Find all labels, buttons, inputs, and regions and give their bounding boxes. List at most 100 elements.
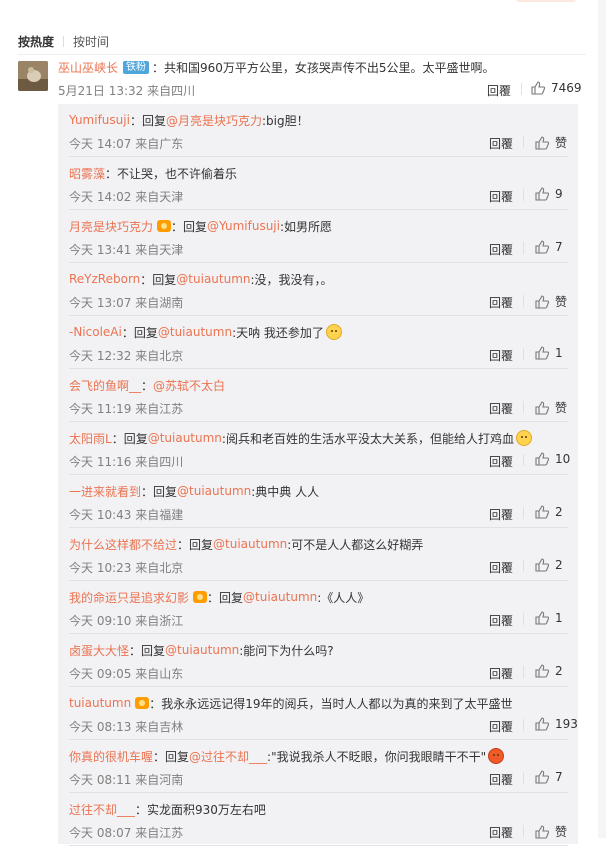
sort-by-hot[interactable]: 按热度: [18, 33, 54, 50]
like-button[interactable]: 2: [535, 505, 563, 519]
reply-row: Yumifusuji ：回复 @月亮是块巧克力:big胆！ 今天 14:07 来自广东…: [58, 104, 578, 157]
reply-prefix: ：回复: [171, 219, 208, 234]
header-divider: [18, 54, 586, 55]
reply-button[interactable]: 回覆: [489, 135, 513, 152]
reply-button[interactable]: 回覆: [489, 347, 513, 364]
like-count: 7: [555, 240, 563, 254]
mention-link[interactable]: @tuiautumn: [165, 643, 239, 657]
mention-link[interactable]: @tuiautumn: [177, 484, 251, 498]
reply-username[interactable]: 月亮是块巧克力: [69, 218, 153, 235]
mention-link[interactable]: @tuiautumn: [158, 325, 232, 339]
mention-link[interactable]: @Yumifusuji: [207, 219, 280, 233]
like-button[interactable]: 2: [535, 664, 563, 678]
like-button[interactable]: 赞: [535, 823, 567, 840]
like-button[interactable]: 9: [535, 187, 563, 201]
reply-username[interactable]: 会飞的鱼啊__: [69, 377, 141, 394]
reply-text: :天呐 我还参加了: [232, 325, 324, 340]
reply-button[interactable]: 回覆: [489, 771, 513, 788]
like-button[interactable]: 1: [535, 611, 563, 625]
main-comment-body: ：共和国960万平方公里，女孩哭声传不出5公里。太平盛世啊。: [152, 60, 495, 75]
mention-link[interactable]: @tuiautumn: [148, 431, 222, 445]
reply-button[interactable]: 回覆: [489, 612, 513, 629]
like-button[interactable]: 赞: [535, 293, 567, 310]
mention-link[interactable]: @苏轼不太白: [153, 377, 225, 394]
sort-divider: [63, 35, 65, 47]
like-button[interactable]: 1: [535, 346, 563, 360]
mention-link[interactable]: @tuiautumn: [176, 272, 250, 286]
reply-content: tuiautumn ：我永永远远记得19年的阅兵，当时人人都以为真的来到了太平盛世: [69, 695, 513, 711]
reply-button[interactable]: 回覆: [489, 718, 513, 735]
reply-username[interactable]: 为什么这样都不给过: [69, 536, 177, 553]
reply-content: 卤蛋大大怪 ：回复 @tuiautumn:能问下为什么吗?: [69, 642, 334, 658]
vip-icon: [193, 591, 208, 603]
reply-row: 过往不却___ ：实龙面积930万左右吧 今天 08:07 来自江苏 回覆 赞: [58, 793, 578, 846]
mention-link[interactable]: @tuiautumn: [243, 590, 317, 604]
action-separator: [523, 507, 524, 519]
reply-username[interactable]: 一进来就看到: [69, 483, 141, 500]
reply-button[interactable]: 回覆: [489, 188, 513, 205]
like-button[interactable]: 10: [535, 452, 570, 466]
like-button[interactable]: 7: [535, 240, 563, 254]
reply-prefix: ：不让哭，也不许偷着乐: [105, 166, 238, 181]
reply-username[interactable]: 过往不却___: [69, 801, 135, 818]
reply-button[interactable]: 回覆: [489, 559, 513, 576]
reply-username[interactable]: 我的命运只是追求幻影: [69, 589, 189, 606]
reply-meta: 今天 08:07 来自江苏: [69, 826, 184, 840]
avatar[interactable]: [18, 61, 48, 91]
reply-username[interactable]: 昭雾藻: [69, 165, 105, 182]
like-button[interactable]: 赞: [535, 399, 567, 416]
reply-button[interactable]: 回覆: [489, 400, 513, 417]
reply-username[interactable]: -NicoleAi: [69, 325, 122, 339]
reply-meta: 今天 10:43 来自福建: [69, 508, 184, 522]
action-separator: [523, 719, 524, 731]
main-comment-username[interactable]: 巫山巫峡长: [58, 59, 118, 76]
reply-button[interactable]: 回覆: [489, 453, 513, 470]
vip-icon: [157, 220, 172, 232]
reply-username[interactable]: 太阳雨L: [69, 430, 112, 447]
reply-prefix: ：回复: [153, 749, 190, 764]
action-separator: [521, 83, 522, 95]
like-button[interactable]: 2: [535, 558, 563, 572]
action-separator: [523, 454, 524, 466]
reply-prefix: ：回复: [207, 590, 244, 605]
mention-link[interactable]: @月亮是块巧克力: [166, 112, 262, 129]
like-button[interactable]: 赞: [535, 134, 567, 151]
thumb-up-icon: [535, 400, 549, 415]
action-separator: [523, 295, 524, 307]
like-button[interactable]: 193: [535, 717, 578, 731]
reply-meta: 今天 13:07 来自湖南: [69, 296, 184, 310]
sort-by-time[interactable]: 按时间: [73, 33, 109, 50]
reply-prefix: ：回复: [141, 484, 178, 499]
reply-username[interactable]: 你真的很机车喔: [69, 748, 153, 765]
reply-button[interactable]: 回覆: [489, 665, 513, 682]
thumb-up-icon: [535, 664, 549, 678]
reply-button[interactable]: 回覆: [489, 824, 513, 841]
main-reply-button[interactable]: 回覆: [487, 82, 511, 99]
reply-text: :能问下为什么吗?: [239, 643, 334, 658]
reply-button[interactable]: 回覆: [489, 241, 513, 258]
reply-meta: 今天 14:07 来自广东: [69, 137, 184, 151]
scrollbar[interactable]: [598, 0, 606, 838]
like-button[interactable]: 7: [535, 770, 563, 784]
reply-meta: 今天 12:32 来自北京: [69, 349, 184, 363]
reply-button[interactable]: 回覆: [489, 294, 513, 311]
reply-username[interactable]: tuiautumn: [69, 696, 131, 710]
like-count: 赞: [555, 136, 568, 150]
top-button-fragment[interactable]: [516, 0, 576, 2]
reply-username[interactable]: Yumifusuji: [69, 113, 130, 127]
thumb-up-icon: [535, 611, 549, 625]
reply-username[interactable]: ReYzReborn: [69, 272, 140, 286]
reply-text: :big胆！: [261, 113, 309, 128]
emoji-icon: [515, 430, 532, 446]
thumb-up-icon: [535, 346, 549, 360]
reply-button[interactable]: 回覆: [489, 506, 513, 523]
main-comment-text: 巫山巫峡长 铁粉 ：共和国960万平方公里，女孩哭声传不出5公里。太平盛世啊。: [58, 59, 495, 76]
reply-content: 昭雾藻 ：不让哭，也不许偷着乐: [69, 165, 237, 181]
like-count: 10: [555, 452, 571, 466]
reply-username[interactable]: 卤蛋大大怪: [69, 642, 129, 659]
thumb-up-icon: [535, 824, 549, 839]
mention-link[interactable]: @过往不却___: [189, 748, 267, 765]
main-like-button[interactable]: 7469: [531, 81, 582, 95]
like-count: 2: [555, 558, 563, 572]
mention-link[interactable]: @tuiautumn: [213, 537, 287, 551]
